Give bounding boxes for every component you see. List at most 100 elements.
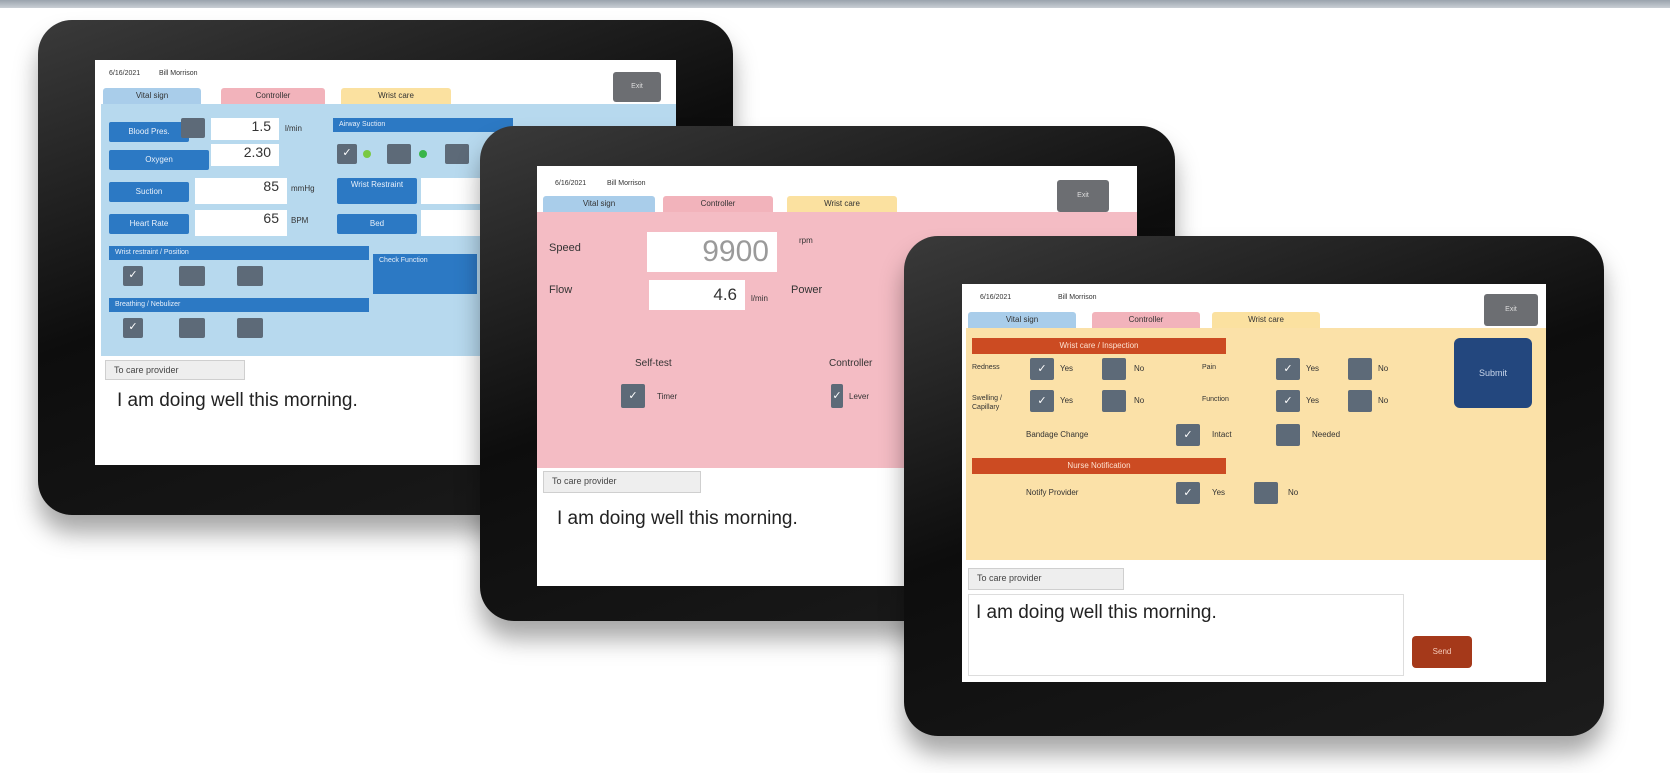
breathing-header: Breathing / Nebulizer	[109, 298, 369, 312]
send-button[interactable]: Send	[1412, 636, 1472, 668]
field-value-oxygen[interactable]: 2.30	[211, 144, 279, 166]
exit-button[interactable]: Exit	[1484, 294, 1538, 326]
speed-label: Speed	[549, 242, 581, 254]
wrist-position-header: Wrist restraint / Position	[109, 246, 369, 260]
controller-option-label: Controller	[829, 358, 873, 369]
toggle-square[interactable]	[181, 118, 205, 138]
bed-label: Bed	[337, 214, 417, 234]
tablet-wrist-care: 6/16/2021 Bill Morrison Exit Vital sign …	[904, 236, 1604, 736]
submit-button[interactable]: Submit	[1454, 338, 1532, 408]
exit-button[interactable]: Exit	[613, 72, 661, 102]
tab-vital-sign[interactable]: Vital sign	[968, 312, 1076, 328]
nurse-notification-header: Nurse Notification	[972, 458, 1226, 474]
swelling-yes-checkbox[interactable]: ✓	[1030, 390, 1054, 412]
toggle-square[interactable]	[387, 144, 411, 164]
flow-unit: l/min	[751, 294, 768, 303]
exit-button[interactable]: Exit	[1057, 180, 1109, 212]
message-text[interactable]: I am doing well this morning.	[117, 390, 358, 412]
bandage-intact-checkbox[interactable]: ✓	[1176, 424, 1200, 446]
field-label-blood-pres: Blood Pres.	[109, 122, 189, 142]
controller-option-sub: Lever	[849, 392, 870, 401]
function-label: Function	[1202, 396, 1229, 403]
header-name: Bill Morrison	[607, 180, 646, 187]
pain-yes-label: Yes	[1306, 364, 1320, 373]
header-name: Bill Morrison	[1058, 294, 1097, 301]
speed-value[interactable]: 9900	[647, 232, 777, 272]
redness-no-label: No	[1134, 364, 1145, 373]
swelling-label: Swelling / Capillary	[972, 395, 1002, 411]
field-unit-blood-pres: l/min	[285, 124, 302, 133]
field-label-suction: Suction	[109, 182, 189, 202]
tab-wrist-care[interactable]: Wrist care	[1212, 312, 1320, 328]
wrist-inspection-header: Wrist care / Inspection	[972, 338, 1226, 354]
toggle-square[interactable]	[179, 318, 205, 338]
to-care-provider-label: To care provider	[968, 568, 1124, 590]
checkbox-airway[interactable]: ✓	[337, 144, 357, 164]
field-label-heart-rate: Heart Rate	[109, 214, 189, 234]
message-text[interactable]: I am doing well this morning.	[557, 508, 798, 530]
flow-value[interactable]: 4.6	[649, 280, 745, 310]
screen-wrist-care: 6/16/2021 Bill Morrison Exit Vital sign …	[962, 284, 1546, 682]
bandage-needed-checkbox[interactable]	[1276, 424, 1300, 446]
pain-yes-checkbox[interactable]: ✓	[1276, 358, 1300, 380]
wrist-restraint-label: Wrist Restraint	[337, 178, 417, 204]
function-no-checkbox[interactable]	[1348, 390, 1372, 412]
redness-yes-checkbox[interactable]: ✓	[1030, 358, 1054, 380]
header-date: 6/16/2021	[980, 294, 1012, 301]
message-text[interactable]: I am doing well this morning.	[976, 602, 1217, 624]
speed-unit: rpm	[799, 236, 813, 245]
field-label-oxygen: Oxygen	[109, 150, 209, 170]
tab-vital-sign[interactable]: Vital sign	[543, 196, 655, 212]
bandage-needed-label: Needed	[1312, 430, 1341, 439]
header-date: 6/16/2021	[109, 70, 141, 77]
self-test-checkbox[interactable]: ✓	[621, 384, 645, 408]
tab-controller[interactable]: Controller	[663, 196, 773, 212]
pain-no-label: No	[1378, 364, 1389, 373]
notify-provider-label: Notify Provider	[1026, 488, 1079, 497]
flow-label: Flow	[549, 284, 573, 296]
toggle-square[interactable]	[237, 318, 263, 338]
airway-suction-header: Airway Suction	[333, 118, 513, 132]
redness-no-checkbox[interactable]	[1102, 358, 1126, 380]
toggle-square[interactable]	[445, 144, 469, 164]
check-function-header: Check Function	[373, 254, 477, 294]
pain-no-checkbox[interactable]	[1348, 358, 1372, 380]
notify-yes-checkbox[interactable]: ✓	[1176, 482, 1200, 504]
bandage-intact-label: Intact	[1212, 430, 1232, 439]
bandage-change-label: Bandage Change	[1026, 430, 1089, 439]
function-no-label: No	[1378, 396, 1389, 405]
tab-vital-sign[interactable]: Vital sign	[103, 88, 201, 104]
status-dot-green	[363, 150, 371, 158]
field-value-blood-pres[interactable]: 1.5	[211, 118, 279, 140]
self-test-label: Self-test	[635, 358, 672, 369]
toggle-square[interactable]	[237, 266, 263, 286]
notify-no-checkbox[interactable]	[1254, 482, 1278, 504]
toggle-square[interactable]	[179, 266, 205, 286]
field-value-heart-rate[interactable]: 65	[195, 210, 287, 236]
notify-no-label: No	[1288, 488, 1299, 497]
self-test-sub: Timer	[657, 392, 678, 401]
header-date: 6/16/2021	[555, 180, 587, 187]
redness-yes-label: Yes	[1060, 364, 1074, 373]
power-label: Power	[791, 284, 823, 296]
tab-controller[interactable]: Controller	[1092, 312, 1200, 328]
tab-wrist-care[interactable]: Wrist care	[341, 88, 451, 104]
function-yes-checkbox[interactable]: ✓	[1276, 390, 1300, 412]
field-unit-heart-rate: BPM	[291, 216, 309, 225]
redness-label: Redness	[972, 364, 1000, 371]
wrist-care-panel: Wrist care / Inspection Redness ✓ Yes No…	[966, 328, 1546, 560]
pain-label: Pain	[1202, 364, 1217, 371]
checkbox-breathing[interactable]: ✓	[123, 318, 143, 338]
tab-wrist-care[interactable]: Wrist care	[787, 196, 897, 212]
checkbox-wrist[interactable]: ✓	[123, 266, 143, 286]
top-edge-bar	[0, 0, 1670, 8]
header-name: Bill Morrison	[159, 70, 198, 77]
field-unit-suction: mmHg	[291, 184, 315, 193]
tab-controller[interactable]: Controller	[221, 88, 325, 104]
status-dot-green	[419, 150, 427, 158]
swelling-no-checkbox[interactable]	[1102, 390, 1126, 412]
function-yes-label: Yes	[1306, 396, 1320, 405]
field-value-suction[interactable]: 85	[195, 178, 287, 204]
controller-checkbox[interactable]: ✓	[831, 384, 843, 408]
swelling-no-label: No	[1134, 396, 1145, 405]
